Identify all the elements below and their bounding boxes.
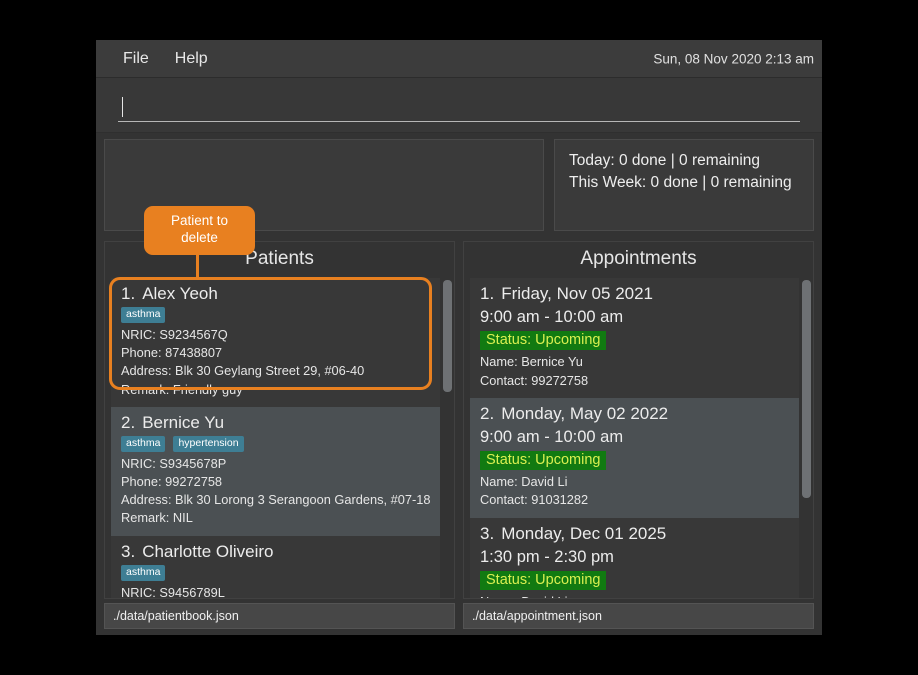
patients-save-location: ./data/patientbook.json <box>104 603 455 629</box>
menu-item-help[interactable]: Help <box>162 46 221 72</box>
annotation-label-line2: delete <box>181 230 218 246</box>
appointment-head: 3. Monday, Dec 01 2025 <box>480 524 789 544</box>
patients-list[interactable]: 1. Alex Yeoh asthma NRIC: S9234567Q Phone… <box>111 278 440 598</box>
appointment-contact: Contact: 99272758 <box>480 372 589 388</box>
patient-index: 1. <box>121 284 136 303</box>
statistics-panel: Today: 0 done | 0 remaining This Week: 0… <box>554 139 814 231</box>
appointments-scroll-thumb[interactable] <box>802 280 811 498</box>
main-panes: Patients 1. Alex Yeoh asthma NRIC: S92345… <box>96 235 822 599</box>
patient-address: Address: Blk 30 Geylang Street 29, #06-4… <box>121 363 365 379</box>
appointment-head: 2. Monday, May 02 2022 <box>480 404 789 424</box>
status-badge: Status: Upcoming <box>480 451 607 471</box>
patients-pane: Patients 1. Alex Yeoh asthma NRIC: S92345… <box>104 241 455 599</box>
patient-name: Alex Yeoh <box>142 284 218 303</box>
patient-head: 1. Alex Yeoh <box>121 284 430 304</box>
status-footers: ./data/patientbook.json ./data/appointme… <box>96 599 822 635</box>
appointment-time: 9:00 am - 10:00 am <box>480 308 624 326</box>
appointment-time: 9:00 am - 10:00 am <box>480 427 624 446</box>
menu-item-file[interactable]: File <box>110 46 162 72</box>
appointments-pane-title: Appointments <box>464 242 813 278</box>
stats-today: Today: 0 done | 0 remaining <box>569 152 761 169</box>
patient-name: Charlotte Oliveiro <box>142 541 274 561</box>
appointment-date: Monday, Dec 01 2025 <box>501 523 667 543</box>
patient-head: 2. Bernice Yu <box>121 413 430 433</box>
tag-badge: asthma <box>121 435 166 452</box>
appointment-index: 2. <box>480 403 495 423</box>
patient-remark: Remark: Friendly guy <box>121 381 243 397</box>
patient-address: Address: Blk 30 Lorong 3 Serangoon Garde… <box>121 492 431 508</box>
tag-badge: hypertension <box>173 435 244 452</box>
appointment-contact: Contact: 91031282 <box>480 492 589 508</box>
patient-nric: NRIC: S9234567Q <box>121 327 228 343</box>
patient-tags: asthma hypertension <box>121 435 430 452</box>
tag-badge: asthma <box>121 564 166 581</box>
patient-nric: NRIC: S9345678P <box>121 455 227 471</box>
patient-index: 3. <box>121 541 136 561</box>
patient-phone: Phone: 87438807 <box>121 345 223 361</box>
appointment-index: 1. <box>480 284 495 303</box>
command-area <box>96 78 822 133</box>
appointment-time: 1:30 pm - 2:30 pm <box>480 547 614 566</box>
appointment-patient-name: Name: David Li <box>480 474 568 490</box>
app-window: File Help Sun, 08 Nov 2020 2:13 am Today… <box>96 40 822 635</box>
annotation-label-line1: Patient to <box>170 213 229 228</box>
patients-list-wrap: 1. Alex Yeoh asthma NRIC: S9234567Q Phone… <box>105 278 454 598</box>
status-badge: Status: Upcoming <box>480 331 607 351</box>
appointment-patient-name: Name: David Li <box>480 593 789 598</box>
appointments-list-wrap: 1. Friday, Nov 05 2021 9:00 am - 10:00 am… <box>464 278 813 598</box>
list-item[interactable]: 3. Monday, Dec 01 2025 1:30 pm - 2:30 pm … <box>470 517 799 598</box>
text-caret <box>122 96 123 117</box>
stats-this-week: This Week: 0 done | 0 remaining <box>569 174 792 191</box>
patient-tags: asthma <box>121 564 430 581</box>
patients-scroll-thumb[interactable] <box>443 280 452 392</box>
patient-name: Bernice Yu <box>142 412 225 432</box>
list-item[interactable]: 1. Friday, Nov 05 2021 9:00 am - 10:00 am… <box>470 278 799 398</box>
patient-tags: asthma <box>121 307 430 324</box>
appointment-patient-name: Name: Bernice Yu <box>480 354 583 370</box>
appointments-save-location: ./data/appointment.json <box>463 603 814 629</box>
patient-head: 3. Charlotte Oliveiro <box>121 542 430 562</box>
command-input[interactable] <box>118 92 800 122</box>
menu-bar: File Help Sun, 08 Nov 2020 2:13 am <box>96 40 822 78</box>
patient-index: 2. <box>121 412 136 432</box>
appointment-head: 1. Friday, Nov 05 2021 <box>480 284 789 304</box>
patient-phone: Phone: 99272758 <box>121 474 223 490</box>
list-item[interactable]: 1. Alex Yeoh asthma NRIC: S9234567Q Phone… <box>111 278 440 407</box>
patients-scrollbar[interactable] <box>443 278 452 598</box>
appointments-scrollbar[interactable] <box>802 278 811 598</box>
tag-badge: asthma <box>121 307 166 324</box>
appointment-date: Friday, Nov 05 2021 <box>501 284 654 303</box>
appointment-date: Monday, May 02 2022 <box>501 403 669 423</box>
list-item[interactable]: 3. Charlotte Oliveiro asthma NRIC: S94567… <box>111 535 440 598</box>
appointments-pane: Appointments 1. Friday, Nov 05 2021 9:00 … <box>463 241 814 599</box>
appointments-list[interactable]: 1. Friday, Nov 05 2021 9:00 am - 10:00 am… <box>470 278 799 598</box>
clock-display: Sun, 08 Nov 2020 2:13 am <box>653 51 814 66</box>
patient-nric: NRIC: S9456789L <box>121 584 225 598</box>
annotation-callout: Patient to delete <box>144 206 255 255</box>
list-item[interactable]: 2. Bernice Yu asthma hypertension NRIC: S… <box>111 406 440 536</box>
patient-remark: Remark: NIL <box>121 510 193 526</box>
status-badge: Status: Upcoming <box>480 570 607 590</box>
list-item[interactable]: 2. Monday, May 02 2022 9:00 am - 10:00 am… <box>470 397 799 518</box>
appointment-index: 3. <box>480 523 495 543</box>
